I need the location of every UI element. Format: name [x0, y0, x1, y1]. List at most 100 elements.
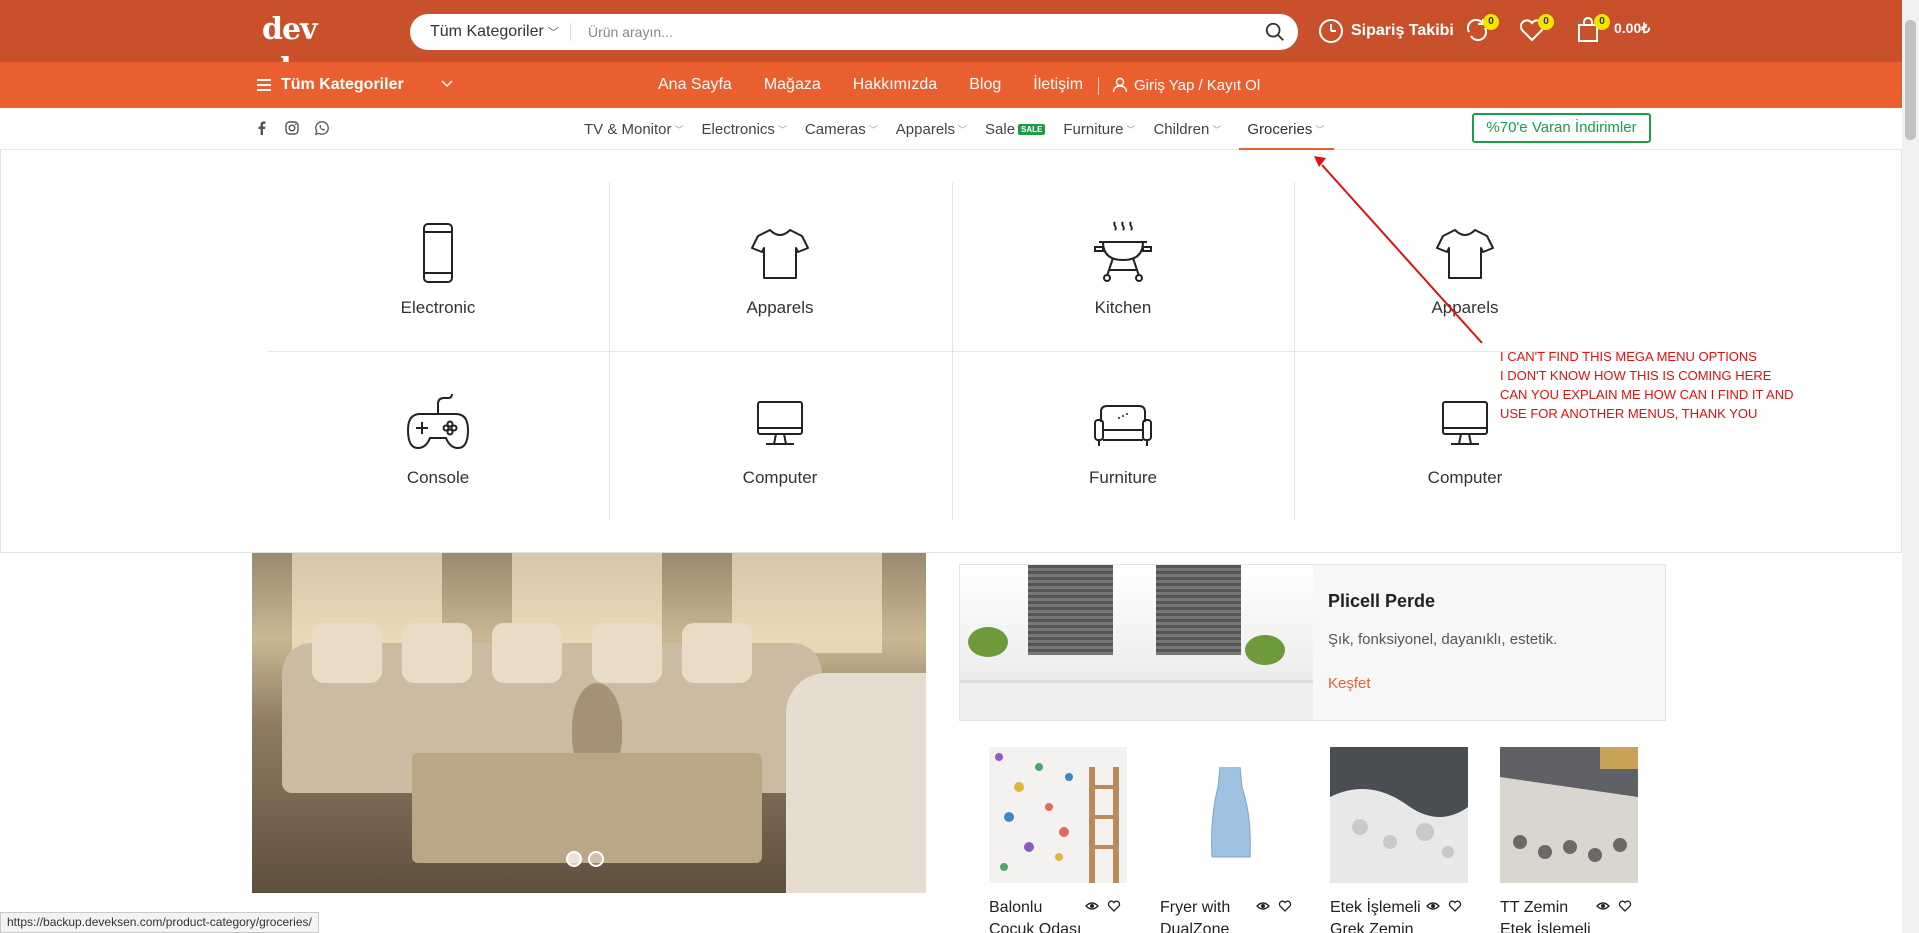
annotation-note: I CAN'T FIND THIS MEGA MENU OPTIONS I DO…	[1500, 349, 1794, 421]
nav-link-home[interactable]: Ana Sayfa	[658, 76, 732, 94]
eye-icon[interactable]	[1596, 899, 1610, 913]
category-cameras[interactable]: Cameras ﹀	[805, 108, 878, 150]
product-image	[989, 747, 1127, 883]
mega-menu-label: Apparels	[1431, 298, 1499, 317]
category-label: Furniture	[1063, 120, 1124, 138]
slider-pagination	[566, 851, 604, 867]
product-name[interactable]: TT Zemin	[1500, 899, 1568, 917]
mega-menu-item-apparels[interactable]: Apparels	[609, 182, 951, 351]
cart-total[interactable]: 0.00₺	[1614, 20, 1650, 37]
all-categories-button[interactable]: Tüm Kategoriler	[257, 62, 404, 108]
category-menu: TV & Monitor ﹀ Electronics ﹀ Cameras ﹀ Appa…	[584, 108, 1342, 150]
category-label: Apparels	[895, 120, 955, 138]
chevron-down-icon: ﹀	[1212, 124, 1222, 135]
category-electronics[interactable]: Electronics ﹀	[702, 108, 787, 150]
promo-discover-link[interactable]: Keşfet	[1328, 675, 1371, 692]
hero-image-detail	[786, 673, 926, 893]
monitor-icon	[1442, 401, 1488, 445]
product-name[interactable]: Grek Zemin	[1330, 921, 1414, 933]
hamburger-icon	[257, 76, 271, 94]
eye-icon[interactable]	[1256, 899, 1270, 913]
category-tv-monitor[interactable]: TV & Monitor ﹀	[584, 108, 684, 150]
tshirt-icon	[751, 229, 809, 279]
mega-menu-item-furniture[interactable]: Furniture	[952, 352, 1294, 521]
heart-icon[interactable]	[1107, 899, 1121, 913]
mega-menu-label: Console	[406, 468, 470, 487]
product-name[interactable]: Fryer with	[1160, 899, 1230, 917]
eye-icon[interactable]	[1085, 899, 1099, 913]
search-category-label: Tüm Kategoriler	[430, 23, 544, 40]
compare-button[interactable]: 0	[1463, 14, 1499, 46]
chevron-down-icon: ﹀	[1126, 124, 1136, 135]
logo[interactable]: dev eksen	[262, 10, 362, 87]
product-actions	[1596, 899, 1632, 913]
mega-menu-label: Computer	[1427, 468, 1503, 487]
facebook-icon[interactable]	[254, 120, 270, 136]
counter-graphic	[960, 680, 1313, 720]
heart-icon[interactable]	[1448, 899, 1462, 913]
discount-promo-button[interactable]: %70'e Varan İndirimler	[1472, 113, 1651, 143]
category-sale[interactable]: Sale SALE	[985, 108, 1046, 150]
category-furniture[interactable]: Furniture ﹀	[1063, 108, 1135, 150]
hero-slider[interactable]	[252, 553, 926, 893]
mega-menu-item-apparels-2[interactable]: Apparels	[1294, 182, 1636, 351]
mega-menu-item-console[interactable]: Console	[267, 352, 609, 521]
search-icon[interactable]	[1264, 21, 1286, 43]
mega-menu-item-kitchen[interactable]: Kitchen	[952, 182, 1294, 351]
cart-button[interactable]: 0	[1574, 14, 1610, 46]
chevron-down-icon[interactable]	[440, 77, 454, 91]
product-name[interactable]: DualZone	[1160, 921, 1229, 933]
chevron-down-icon: ﹀	[1315, 124, 1325, 135]
grill-icon	[1094, 221, 1152, 282]
category-label: TV & Monitor	[584, 120, 672, 138]
product-name[interactable]: Etek İşlemeli	[1330, 899, 1421, 917]
nav-link-shop[interactable]: Mağaza	[764, 76, 821, 94]
clock-icon	[1319, 19, 1343, 43]
nav-link-contact[interactable]: İletişim	[1033, 76, 1083, 94]
product-name[interactable]: Çocuk Odası	[989, 921, 1081, 933]
slider-dot[interactable]	[566, 851, 582, 867]
category-children[interactable]: Children ﹀	[1153, 108, 1221, 150]
product-image	[1330, 747, 1468, 883]
hero-image-detail	[312, 623, 382, 683]
product-name[interactable]: Etek İşlemeli	[1500, 921, 1591, 933]
mega-menu-item-computer[interactable]: Computer	[609, 352, 951, 521]
nav-link-blog[interactable]: Blog	[969, 76, 1001, 94]
hero-image-detail	[682, 623, 752, 683]
product-actions	[1256, 899, 1292, 913]
sale-badge: SALE	[1018, 123, 1046, 135]
slider-dot[interactable]	[588, 851, 604, 867]
heart-icon[interactable]	[1278, 899, 1292, 913]
heart-icon[interactable]	[1618, 899, 1632, 913]
product-image	[1500, 747, 1638, 883]
hero-image-detail	[412, 753, 762, 863]
order-tracking-link[interactable]: Sipariş Takibi	[1317, 14, 1454, 48]
login-register-label: Giriş Yap / Kayıt Ol	[1134, 76, 1261, 94]
scrollbar-thumb[interactable]	[1905, 20, 1916, 140]
wishlist-button[interactable]: 0	[1518, 14, 1554, 46]
search-input[interactable]	[578, 14, 1238, 50]
eye-icon[interactable]	[1426, 899, 1440, 913]
cart-count-badge: 0	[1594, 14, 1610, 30]
category-groceries[interactable]: Groceries ﹀	[1239, 108, 1335, 150]
chevron-down-icon: ﹀	[547, 27, 559, 39]
whatsapp-icon[interactable]	[314, 120, 330, 136]
instagram-icon[interactable]	[284, 120, 300, 136]
mega-menu-grid: Electronic Apparels Kitchen Apparels Con…	[267, 182, 1638, 520]
monitor-icon	[757, 401, 803, 445]
mega-menu-item-electronic[interactable]: Electronic	[267, 182, 609, 351]
search-category-select[interactable]: Tüm Kategoriler ﹀	[430, 14, 559, 50]
nav-link-about[interactable]: Hakkımızda	[853, 76, 937, 94]
chevron-down-icon: ﹀	[868, 124, 878, 135]
user-icon	[1112, 77, 1128, 93]
category-apparels[interactable]: Apparels ﹀	[896, 108, 967, 150]
promo-image	[960, 565, 1313, 720]
plant-graphic	[968, 627, 1008, 657]
promo-banner[interactable]: Plicell Perde Şık, fonksiyonel, dayanıkl…	[959, 564, 1666, 721]
product-name[interactable]: Balonlu	[989, 899, 1042, 917]
category-label: Cameras	[804, 120, 866, 138]
hero-image-detail	[592, 623, 662, 683]
category-label: Children	[1153, 120, 1210, 138]
login-register-link[interactable]: Giriş Yap / Kayıt Ol	[1112, 62, 1260, 108]
hero-image-detail	[402, 623, 472, 683]
